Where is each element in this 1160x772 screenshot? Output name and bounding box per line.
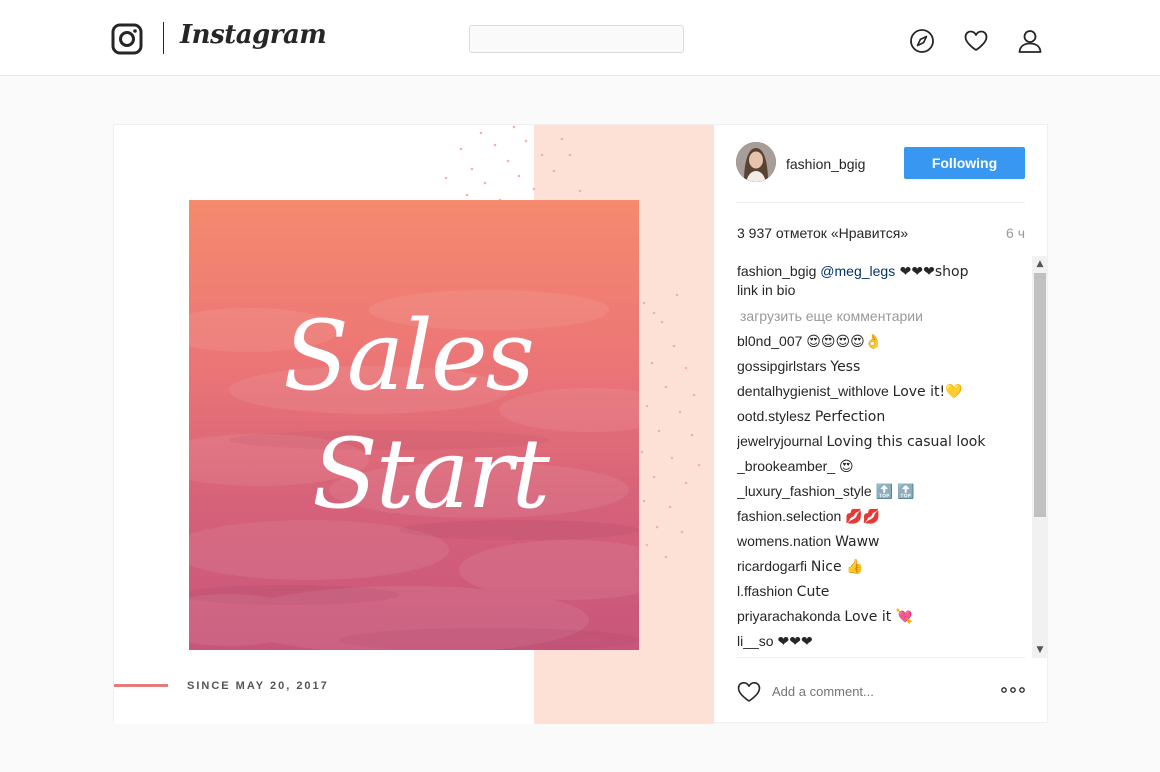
comment-text: 😍😍😍😍👌 <box>806 334 883 350</box>
comment-username[interactable]: _luxury_fashion_style <box>737 483 872 499</box>
comment-username[interactable]: ootd.stylesz <box>737 408 811 424</box>
comment-row: _luxury_fashion_style 🔝 🔝 <box>737 482 1032 507</box>
comment-row: gossipgirlstars Yess <box>737 357 1032 382</box>
instagram-wordmark[interactable]: Instagram <box>180 20 327 50</box>
post-media[interactable]: Sales Start SINCE MAY 20, 2017 <box>114 125 714 724</box>
caption-text-line-2: link in bio <box>737 282 796 298</box>
since-accent-line <box>114 684 168 687</box>
comment-text: Love it!💛 <box>892 384 963 400</box>
comment-row: dentalhygienist_withlove Love it!💛 <box>737 382 1032 407</box>
comment-username[interactable]: gossipgirlstars <box>737 358 826 374</box>
comment-username[interactable]: _brookeamber_ <box>737 458 835 474</box>
profile-icon[interactable] <box>1017 28 1043 54</box>
since-date-text: SINCE MAY 20, 2017 <box>187 680 329 692</box>
comment-text: Perfection <box>814 409 886 425</box>
post-card: Sales Start SINCE MAY 20, 2017 fashion_b… <box>113 124 1049 724</box>
image-text-line-1: Sales <box>283 300 535 412</box>
avatar-image <box>736 142 776 182</box>
header-divider <box>736 202 1025 203</box>
comment-username[interactable]: jewelryjournal <box>737 433 823 449</box>
comment-text: Yess <box>830 359 861 375</box>
comment-row: l.ffashion Cute <box>737 582 1032 607</box>
scroll-thumb[interactable] <box>1034 273 1046 517</box>
comment-username[interactable]: ricardogarfi <box>737 558 807 574</box>
caption-username[interactable]: fashion_bgig <box>737 263 816 279</box>
image-text-line-2: Start <box>311 418 550 530</box>
comment-text: Love it 💘 <box>844 609 914 625</box>
comment-row: priyarachakonda Love it 💘 <box>737 607 1032 632</box>
comment-text: 😍 <box>838 459 854 475</box>
instagram-camera-icon[interactable] <box>111 23 143 55</box>
heart-icon[interactable] <box>963 28 989 54</box>
comment-text: Waww <box>835 534 880 550</box>
comment-username[interactable]: womens.nation <box>737 533 831 549</box>
comment-text: ❤❤❤ <box>777 634 813 650</box>
load-more-comments-link[interactable]: загрузить еще комментарии <box>740 307 1032 326</box>
post-author-username[interactable]: fashion_bgig <box>786 156 865 172</box>
comment-row: li__so ❤❤❤ <box>737 632 1032 657</box>
comment-username[interactable]: li__so <box>737 633 774 649</box>
comment-text: Nice 👍 <box>810 559 864 575</box>
comment-row: ricardogarfi Nice 👍 <box>737 557 1032 582</box>
like-heart-icon[interactable] <box>736 680 762 704</box>
comment-row: jewelryjournal Loving this casual look <box>737 432 1032 457</box>
likes-count[interactable]: 3 937 отметок «Нравится» <box>737 225 908 241</box>
comment-row: _brookeamber_ 😍 <box>737 457 1032 482</box>
compass-icon[interactable] <box>909 28 935 54</box>
clouds-photo: Sales Start <box>189 200 639 650</box>
top-navigation-bar: Instagram <box>0 0 1160 76</box>
post-side-panel: fashion_bgig Following 3 937 отметок «Нр… <box>714 125 1049 724</box>
composer-divider <box>736 657 1025 658</box>
comment-rows: bl0nd_007 😍😍😍😍👌 gossipgirlstars Yess denta… <box>737 332 1032 657</box>
following-button[interactable]: Following <box>904 147 1025 179</box>
post-age: 6 ч <box>1006 225 1025 241</box>
comment-row: bl0nd_007 😍😍😍😍👌 <box>737 332 1032 357</box>
comment-username[interactable]: bl0nd_007 <box>737 333 802 349</box>
comment-username[interactable]: fashion.selection <box>737 508 841 524</box>
search-input[interactable] <box>469 25 684 53</box>
comment-text: Cute <box>796 584 830 600</box>
add-comment-input[interactable] <box>772 681 972 701</box>
avatar[interactable] <box>736 142 776 182</box>
more-options-icon[interactable] <box>1000 682 1026 698</box>
comment-text: 🔝 🔝 <box>875 484 915 500</box>
comment-text: Loving this casual look <box>826 434 986 450</box>
scroll-down-arrow-icon[interactable]: ▼ <box>1032 642 1048 658</box>
comment-row: ootd.stylesz Perfection <box>737 407 1032 432</box>
comment-username[interactable]: dentalhygienist_withlove <box>737 383 889 399</box>
comment-text: 💋💋 <box>845 509 881 525</box>
caption-text: ❤❤❤shop <box>895 264 969 280</box>
comments-scrollbar[interactable]: ▲ ▼ <box>1032 256 1048 658</box>
logo-separator <box>163 22 164 54</box>
comment-row: womens.nation Waww <box>737 532 1032 557</box>
post-caption: fashion_bgig @meg_legs ❤❤❤shop link in b… <box>737 262 1032 299</box>
comment-row: fashion.selection 💋💋 <box>737 507 1032 532</box>
comments-list: fashion_bgig @meg_legs ❤❤❤shop link in b… <box>737 262 1032 657</box>
comment-username[interactable]: l.ffashion <box>737 583 793 599</box>
sales-start-script-text: Sales Start <box>189 200 639 650</box>
comment-username[interactable]: priyarachakonda <box>737 608 841 624</box>
caption-mention[interactable]: @meg_legs <box>820 263 895 279</box>
scroll-up-arrow-icon[interactable]: ▲ <box>1032 256 1048 272</box>
